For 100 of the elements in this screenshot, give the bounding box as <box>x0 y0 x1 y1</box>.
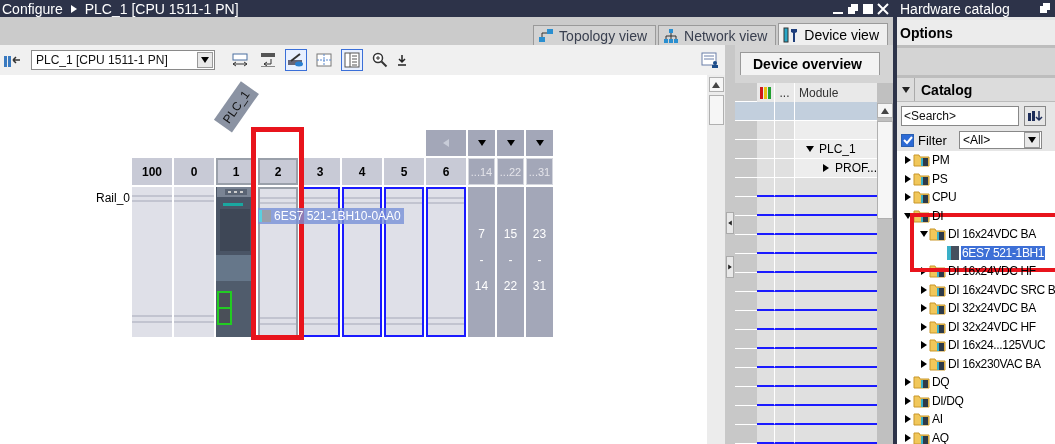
slot-number: 0 <box>174 158 214 185</box>
empty-slot-row[interactable] <box>735 178 877 197</box>
slot-number: 100 <box>132 158 172 185</box>
folder-icon <box>913 375 931 390</box>
search-field[interactable]: <Search> <box>901 106 1019 126</box>
view-tab[interactable]: Device view <box>778 23 888 45</box>
folder-icon <box>929 338 947 353</box>
column-header[interactable]: ... <box>779 85 790 100</box>
empty-slot-row[interactable] <box>735 216 877 235</box>
collapse-left-button[interactable] <box>726 211 734 234</box>
breadcrumb-arrow-icon[interactable] <box>68 3 79 14</box>
collapse-right-button[interactable] <box>726 255 734 278</box>
expand-arrow-icon[interactable] <box>919 284 929 295</box>
slot-range-header: ...14 <box>468 158 495 185</box>
catalog-item[interactable]: 6ES7 521-1BH1 <box>961 245 1046 260</box>
empty-slot-row[interactable] <box>735 406 877 425</box>
restore-icon[interactable] <box>847 2 859 15</box>
collapse-arrow-icon[interactable] <box>903 210 913 221</box>
breadcrumb-item[interactable]: Configure <box>2 0 63 17</box>
catalog-item[interactable]: PS <box>931 171 949 186</box>
filter-select[interactable]: <All> <box>958 131 1042 149</box>
catalog-item[interactable]: DQ <box>931 375 951 390</box>
dropdown-arrow-icon[interactable] <box>1026 135 1037 145</box>
restore-icon[interactable] <box>1040 3 1051 14</box>
expand-arrow-icon[interactable] <box>821 163 831 173</box>
folder-icon <box>929 282 947 297</box>
expand-arrow-icon[interactable] <box>903 377 913 388</box>
view-tab[interactable]: Network view <box>658 25 777 45</box>
empty-slot-row[interactable] <box>735 387 877 406</box>
expand-arrow-icon[interactable] <box>903 395 913 406</box>
catalog-item[interactable]: AQ <box>931 430 950 444</box>
view-tab[interactable]: Topology view <box>533 25 657 45</box>
down-arrow-icon[interactable] <box>505 138 516 148</box>
expand-arrow-icon[interactable] <box>919 321 929 332</box>
down-arrow-icon[interactable] <box>534 138 545 148</box>
expand-arrow-icon[interactable] <box>919 358 929 369</box>
empty-slot-row[interactable] <box>735 425 877 444</box>
expand-slots-button[interactable] <box>468 130 495 156</box>
search-filter-button[interactable] <box>1024 106 1046 126</box>
overview-tab[interactable]: Device overview <box>740 52 880 75</box>
breadcrumb-item[interactable]: PLC_1 [CPU 1511-1 PN] <box>84 0 239 17</box>
close-icon[interactable] <box>877 2 889 15</box>
overview-row[interactable]: PLC_1 <box>735 140 877 159</box>
expand-arrow-icon[interactable] <box>903 414 913 425</box>
expand-slots-button[interactable] <box>526 130 553 156</box>
filter-checkbox[interactable] <box>901 133 914 147</box>
catalog-item[interactable]: DI 32x24VDC HF <box>947 319 1037 334</box>
chevron-down-icon[interactable] <box>900 84 911 95</box>
empty-slot-row[interactable] <box>735 235 877 254</box>
catalog-item[interactable]: DI 16x230VAC BA <box>947 356 1042 371</box>
column-header[interactable]: Module <box>799 85 839 100</box>
empty-slot-row[interactable] <box>735 292 877 311</box>
empty-slot-row[interactable] <box>735 273 877 292</box>
maximize-icon[interactable] <box>862 2 874 15</box>
available-slot[interactable] <box>426 187 466 337</box>
toolbar-button[interactable] <box>285 49 307 71</box>
expand-slots-button[interactable] <box>497 130 524 156</box>
label-return-icon <box>259 52 277 68</box>
scrollbar-thumb[interactable] <box>877 121 893 219</box>
slot-range-text: 23 <box>532 227 547 241</box>
expand-arrow-icon[interactable] <box>903 192 913 203</box>
catalog-item[interactable]: AI <box>931 412 944 427</box>
dropdown-arrow-icon[interactable] <box>200 55 210 65</box>
catalog-item[interactable]: DI/DQ <box>931 393 965 408</box>
module-spacing-icon <box>231 52 249 68</box>
slot-range-text: - <box>537 253 542 267</box>
slot-range-text: 15 <box>503 227 518 241</box>
expand-arrow-icon[interactable] <box>919 340 929 351</box>
pen-eye-icon <box>287 52 305 68</box>
slot-range-text: - <box>508 253 513 267</box>
catalog-item[interactable]: PM <box>931 153 951 168</box>
catalog-item[interactable]: DI 16x24VDC BA <box>947 227 1037 242</box>
catalog-item[interactable]: DI 32x24VDC BA <box>947 301 1037 316</box>
down-arrow-icon[interactable] <box>476 138 487 148</box>
expand-arrow-icon[interactable] <box>903 155 913 166</box>
empty-slot-row[interactable] <box>735 197 877 216</box>
empty-slot-row[interactable] <box>735 254 877 273</box>
empty-slot-row[interactable] <box>735 330 877 349</box>
download-arrow-icon[interactable] <box>397 54 407 66</box>
zoom-icon <box>372 52 388 68</box>
overview-row[interactable]: PROF... <box>735 159 877 178</box>
expand-arrow-icon[interactable] <box>903 432 913 443</box>
device-select[interactable]: PLC_1 [CPU 1511-1 PN] <box>31 50 215 70</box>
section-title: Catalog <box>921 81 973 98</box>
expand-arrow-icon[interactable] <box>903 173 913 184</box>
expand-arrow-icon[interactable] <box>919 303 929 314</box>
panel-user-icon[interactable] <box>701 51 719 69</box>
slot-range-header: ...22 <box>497 158 524 185</box>
empty-slot-row[interactable] <box>735 349 877 368</box>
empty-slot-row[interactable] <box>735 311 877 330</box>
slot-number: 5 <box>384 158 424 185</box>
catalog-item[interactable]: DI 16x24VDC SRC B <box>947 282 1055 297</box>
catalog-item[interactable]: DI 16x24...125VUC <box>947 338 1047 353</box>
scrollbar-thumb[interactable] <box>708 95 724 125</box>
topology-icon <box>538 27 555 44</box>
filter-label: Filter <box>918 132 947 148</box>
collapse-arrow-icon[interactable] <box>805 144 815 154</box>
slot-range-header: ...31 <box>526 158 553 185</box>
empty-slot-row[interactable] <box>735 368 877 387</box>
catalog-item[interactable]: CPU <box>931 190 958 205</box>
